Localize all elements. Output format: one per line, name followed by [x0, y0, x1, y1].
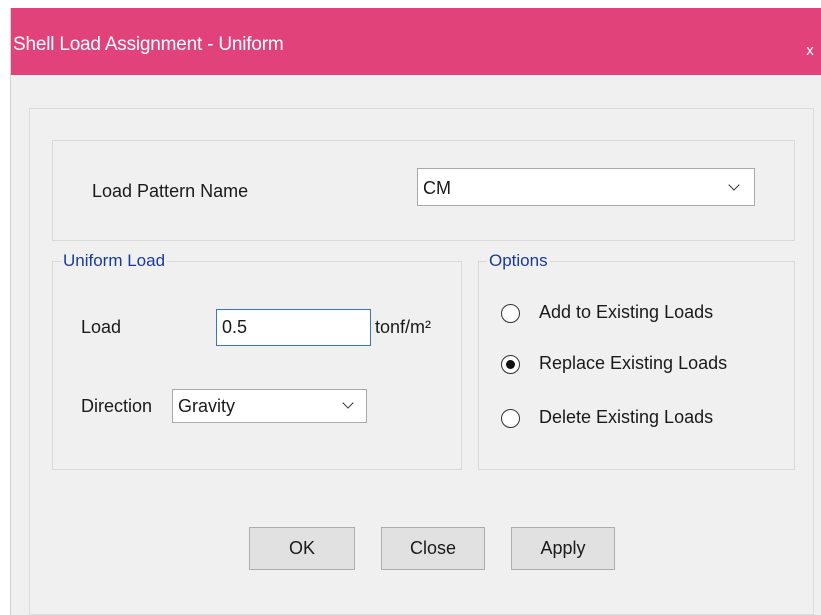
title-bar: Shell Load Assignment - Uniform x	[11, 8, 821, 75]
chevron-down-icon	[728, 179, 740, 191]
options-title: Options	[487, 251, 550, 271]
radio-label: Delete Existing Loads	[539, 407, 714, 427]
load-pattern-dropdown[interactable]: CM	[417, 168, 755, 206]
load-pattern-group: Load Pattern Name CM	[52, 140, 795, 241]
dialog-window: Shell Load Assignment - Uniform x Load P…	[10, 8, 821, 615]
ok-button[interactable]: OK	[249, 527, 355, 570]
load-pattern-label: Load Pattern Name	[92, 181, 249, 201]
load-label: Load	[81, 317, 122, 337]
radio-button[interactable]	[501, 409, 520, 428]
radio-label: Add to Existing Loads	[539, 302, 714, 322]
load-pattern-value: CM	[423, 178, 451, 198]
load-unit-label: tonf/m²	[375, 317, 432, 337]
load-value-input[interactable]	[216, 309, 371, 346]
direction-value: Gravity	[178, 396, 236, 416]
uniform-load-group: Uniform Load Load tonf/m² Direction Grav…	[52, 251, 462, 470]
close-window-button[interactable]: x	[798, 38, 821, 64]
options-group: Options Add to Existing Loads Replace Ex…	[478, 251, 795, 470]
dialog-content: Load Pattern Name CM Uniform Load Load t…	[29, 108, 814, 615]
apply-button[interactable]: Apply	[511, 527, 615, 570]
chevron-down-icon	[342, 397, 354, 409]
uniform-load-title: Uniform Load	[61, 251, 168, 271]
radio-button-selected[interactable]	[501, 355, 520, 374]
direction-dropdown[interactable]: Gravity	[172, 389, 367, 423]
close-button[interactable]: Close	[381, 527, 485, 570]
dialog-title: Shell Load Assignment - Uniform	[13, 34, 284, 55]
radio-label: Replace Existing Loads	[539, 353, 728, 373]
radio-button[interactable]	[501, 304, 520, 323]
direction-label: Direction	[81, 396, 153, 416]
